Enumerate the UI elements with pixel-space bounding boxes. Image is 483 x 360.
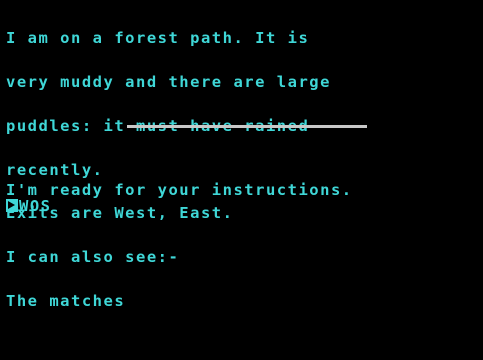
command-input-text[interactable]: WOS [19,197,52,215]
screen-divider [127,125,367,128]
room-description: I am on a forest path. It is very muddy … [6,2,331,338]
prompt-cursor-icon [6,199,18,212]
game-screen: I am on a forest path. It is very muddy … [0,0,483,360]
exits-line: Exits are West, East. [6,204,234,223]
room-description-line: recently. [6,160,104,179]
room-description-line: I am on a forest path. It is [6,29,310,48]
ready-message: I'm ready for your instructions. [6,181,353,199]
visible-items-heading: I can also see:- [6,248,180,267]
command-input[interactable]: WOS [6,197,52,215]
room-description-line: very muddy and there are large [6,72,331,91]
visible-item: The matches [6,291,126,310]
